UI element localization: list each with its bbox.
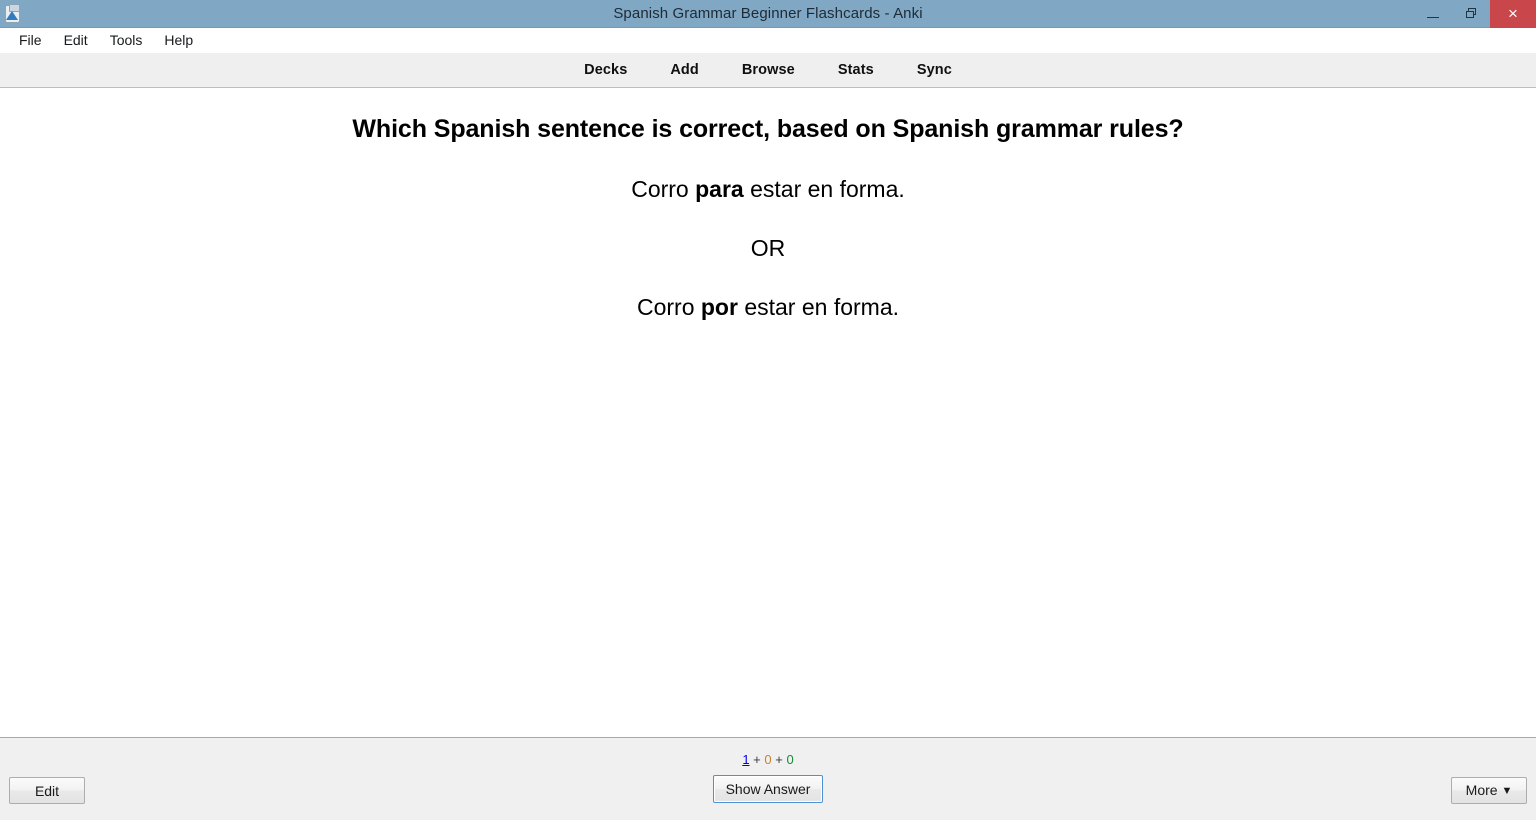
toolbar-item-browse[interactable]: Browse [742, 62, 795, 78]
count-review[interactable]: 0 [786, 752, 793, 767]
reviewer-bottom-bar: 1 + 0 + 0 Edit Show Answer More ▼ [0, 737, 1536, 820]
close-button[interactable]: × [1490, 0, 1536, 28]
menu-bar: File Edit Tools Help [0, 28, 1536, 53]
main-toolbar: Decks Add Browse Stats Sync [0, 53, 1536, 88]
card-counts: 1 + 0 + 0 [0, 752, 1536, 767]
minimize-icon [1427, 17, 1439, 18]
menu-item-edit[interactable]: Edit [53, 30, 99, 51]
icon-star-shape [6, 11, 18, 20]
question-title: Which Spanish sentence is correct, based… [0, 112, 1536, 146]
toolbar-item-decks[interactable]: Decks [584, 62, 627, 78]
toolbar-item-stats[interactable]: Stats [838, 62, 874, 78]
option-separator: OR [0, 219, 1536, 278]
show-answer-button[interactable]: Show Answer [713, 775, 823, 803]
window-title: Spanish Grammar Beginner Flashcards - An… [0, 0, 1536, 27]
answer-option-two: Corro por estar en forma. [0, 278, 1536, 337]
restore-button[interactable] [1452, 0, 1490, 28]
count-plus-2: + [772, 752, 787, 767]
edit-button[interactable]: Edit [9, 777, 85, 804]
option-one-suffix: estar en forma. [744, 176, 905, 202]
menu-item-tools[interactable]: Tools [99, 30, 154, 51]
restore-icon [1466, 8, 1477, 19]
answer-option-one: Corro para estar en forma. [0, 160, 1536, 219]
option-one-bold: para [695, 176, 744, 202]
card-reviewer-area: Which Spanish sentence is correct, based… [0, 88, 1536, 737]
anki-main-window: Spanish Grammar Beginner Flashcards - An… [0, 0, 1536, 820]
more-button[interactable]: More ▼ [1451, 777, 1527, 804]
anki-app-icon [3, 4, 23, 24]
toolbar-item-add[interactable]: Add [670, 62, 699, 78]
chevron-down-icon: ▼ [1501, 785, 1512, 797]
toolbar-item-sync[interactable]: Sync [917, 62, 952, 78]
more-button-label: More [1466, 782, 1498, 798]
option-one-prefix: Corro [631, 176, 695, 202]
option-two-prefix: Corro [637, 294, 701, 320]
option-two-suffix: estar en forma. [738, 294, 899, 320]
count-new[interactable]: 1 [742, 752, 749, 767]
count-plus-1: + [750, 752, 765, 767]
count-learning[interactable]: 0 [764, 752, 771, 767]
menu-item-help[interactable]: Help [153, 30, 204, 51]
menu-item-file[interactable]: File [8, 30, 53, 51]
window-controls: × [1414, 0, 1536, 28]
title-bar: Spanish Grammar Beginner Flashcards - An… [0, 0, 1536, 28]
option-two-bold: por [701, 294, 738, 320]
minimize-button[interactable] [1414, 0, 1452, 28]
